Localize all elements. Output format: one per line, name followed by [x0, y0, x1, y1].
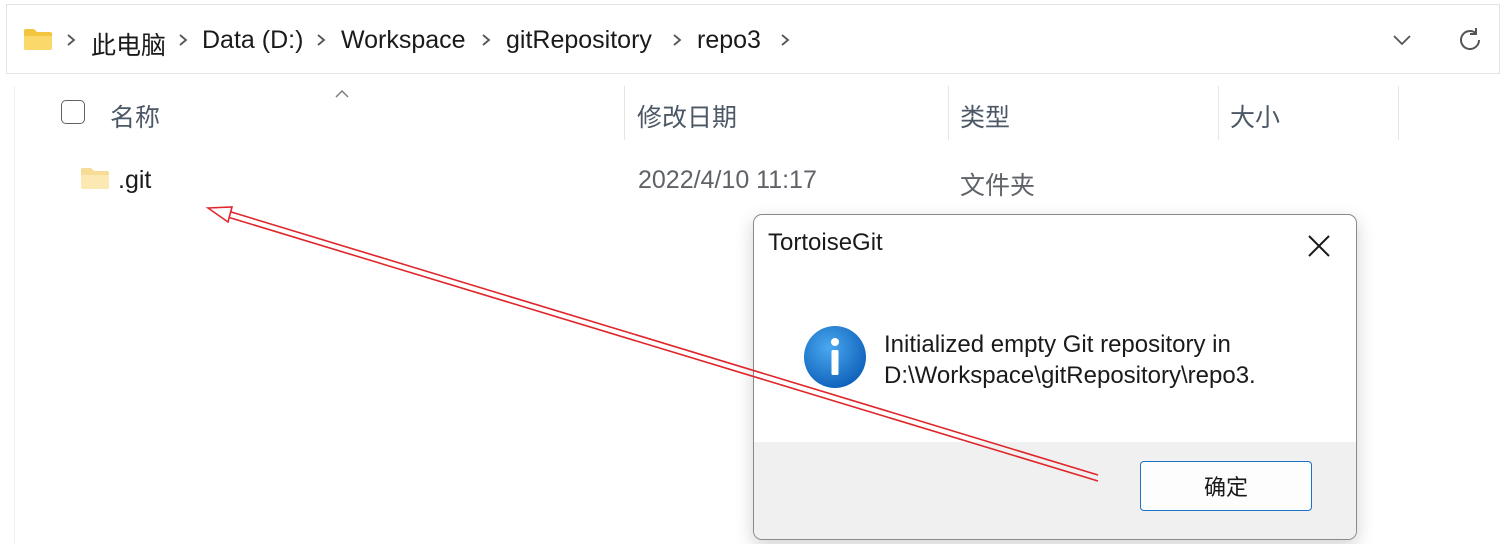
breadcrumb-this-pc[interactable]: 此电脑: [91, 26, 166, 62]
chevron-right-icon[interactable]: [313, 32, 329, 48]
breadcrumb-workspace[interactable]: Workspace: [341, 26, 466, 55]
file-name[interactable]: .git: [118, 166, 151, 195]
info-icon: [803, 325, 867, 394]
chevron-right-icon[interactable]: [175, 32, 191, 48]
pane-divider: [14, 86, 15, 544]
column-separator[interactable]: [948, 86, 949, 140]
breadcrumb-gitrepository[interactable]: gitRepository: [506, 26, 652, 55]
folder-icon: [80, 166, 110, 195]
column-separator[interactable]: [1398, 86, 1399, 140]
refresh-icon[interactable]: [1455, 25, 1485, 60]
ok-button[interactable]: 确定: [1140, 461, 1312, 511]
select-all-checkbox[interactable]: [61, 100, 85, 124]
chevron-right-icon[interactable]: [63, 32, 79, 48]
column-header-size[interactable]: 大小: [1230, 98, 1280, 134]
close-icon[interactable]: [1304, 231, 1334, 261]
chevron-right-icon[interactable]: [478, 32, 494, 48]
tortoisegit-dialog: TortoiseGit Initialized empty Git reposi…: [753, 214, 1357, 540]
dialog-message-line: Initialized empty Git repository in: [884, 331, 1231, 358]
file-date: 2022/4/10 11:17: [638, 166, 817, 194]
dialog-title: TortoiseGit: [768, 229, 883, 256]
folder-icon: [23, 27, 53, 56]
file-type: 文件夹: [960, 172, 1036, 200]
chevron-right-icon[interactable]: [777, 32, 793, 48]
breadcrumb-data-drive[interactable]: Data (D:): [202, 26, 303, 55]
column-separator[interactable]: [624, 86, 625, 140]
chevron-right-icon[interactable]: [669, 32, 685, 48]
dialog-message-line: D:\Workspace\gitRepository\repo3.: [884, 362, 1256, 389]
dialog-footer: 确定: [754, 442, 1356, 539]
chevron-down-icon[interactable]: [1391, 29, 1413, 56]
address-bar[interactable]: 此电脑 Data (D:) Workspace gitRepository re…: [6, 4, 1500, 74]
breadcrumb-repo3[interactable]: repo3: [697, 26, 761, 55]
column-header-date[interactable]: 修改日期: [637, 98, 737, 134]
column-separator[interactable]: [1218, 86, 1219, 140]
dialog-message: Initialized empty Git repository in D:\W…: [884, 329, 1256, 391]
column-header-type[interactable]: 类型: [960, 98, 1010, 134]
column-header-name[interactable]: 名称: [110, 98, 160, 134]
sort-ascending-icon: [334, 86, 350, 104]
